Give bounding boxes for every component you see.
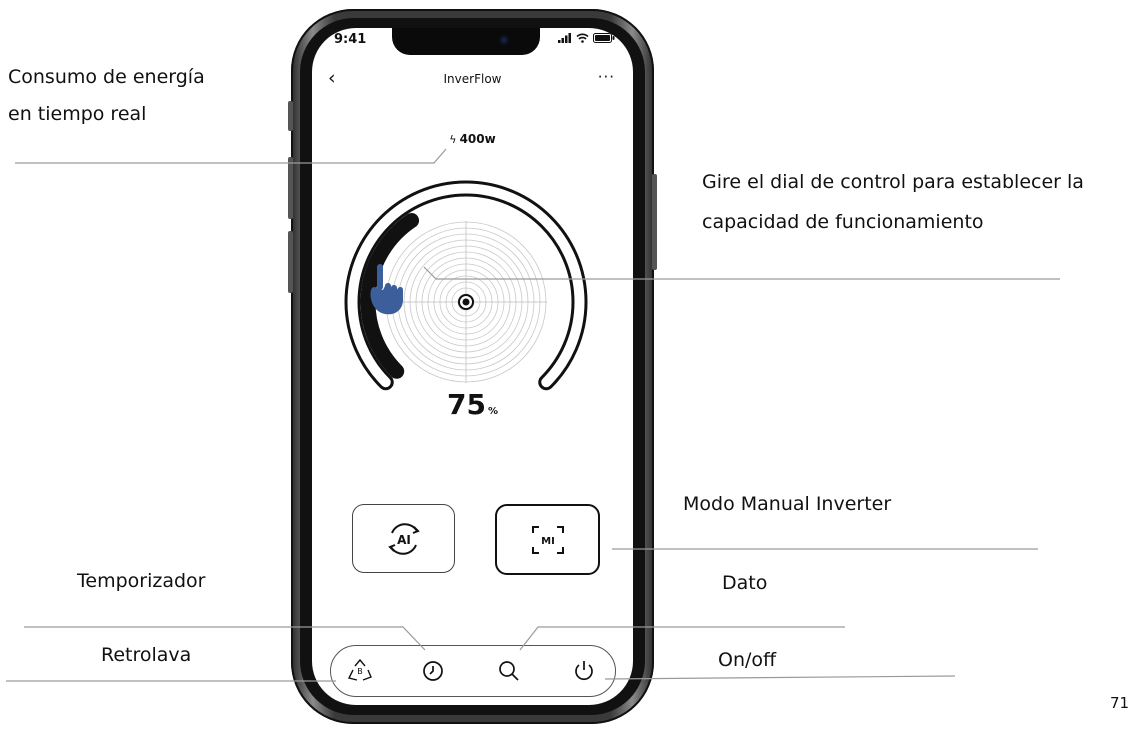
leader-timer bbox=[24, 626, 426, 651]
leader-energy bbox=[15, 148, 447, 164]
leader-dial bbox=[423, 266, 1060, 280]
page-number: 71 bbox=[1110, 694, 1130, 712]
leader-lines bbox=[6, 148, 1060, 682]
leader-onoff bbox=[604, 675, 956, 680]
leader-data bbox=[519, 626, 845, 651]
